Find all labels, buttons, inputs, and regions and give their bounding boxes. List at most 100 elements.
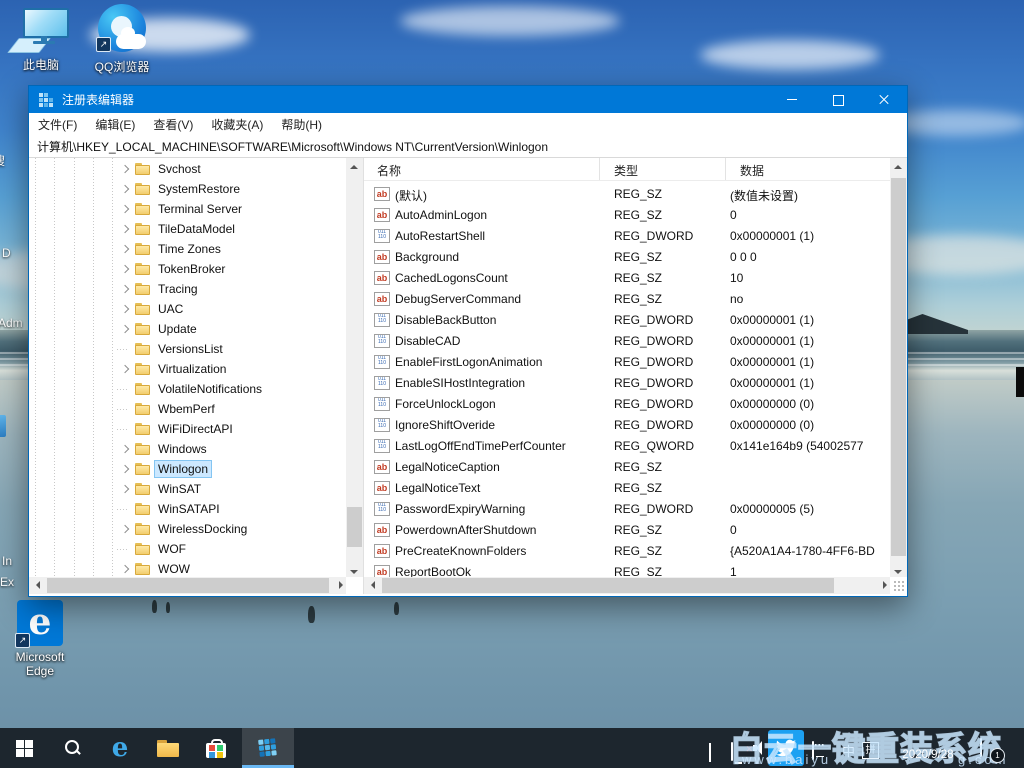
value-row-EnableFirstLogonAnimation[interactable]: EnableFirstLogonAnimationREG_DWORD0x0000… [364,352,892,373]
tree-node-TileDataModel[interactable]: TileDataModel [29,219,346,239]
maximize-button[interactable] [815,86,861,113]
taskbar-search-button[interactable] [48,728,96,768]
desktop-icon-qq-browser[interactable]: ↗ QQ浏览器 [84,4,160,74]
tree-node-WirelessDocking[interactable]: WirelessDocking [29,519,346,539]
expand-chevron-icon[interactable] [121,285,129,293]
minimize-button[interactable] [769,86,815,113]
value-row-IgnoreShiftOveride[interactable]: IgnoreShiftOverideREG_DWORD0x00000000 (0… [364,415,892,436]
value-row-AutoAdminLogon[interactable]: AutoAdminLogonREG_SZ0 [364,205,892,226]
column-header-type[interactable]: 类型 [614,162,638,179]
desktop-icon-microsoft-edge[interactable]: e ↗ Microsoft Edge [2,600,78,678]
resize-grip[interactable] [893,580,905,592]
value-row-EnableSIHostIntegration[interactable]: EnableSIHostIntegrationREG_DWORD0x000000… [364,373,892,394]
value-row-LegalNoticeText[interactable]: LegalNoticeTextREG_SZ [364,478,892,499]
tree-node-WinSAT[interactable]: WinSAT [29,479,346,499]
value-row-PowerdownAfterShutdown[interactable]: PowerdownAfterShutdownREG_SZ0 [364,520,892,541]
value-row-PasswordExpiryWarning[interactable]: PasswordExpiryWarningREG_DWORD0x00000005… [364,499,892,520]
offscreen-window-fragment [1016,367,1024,397]
scrollbar-thumb[interactable] [891,178,906,556]
value-name: PreCreateKnownFolders [395,544,526,558]
value-row-PreCreateKnownFolders[interactable]: PreCreateKnownFoldersREG_SZ{A520A1A4-178… [364,541,892,562]
value-row-Background[interactable]: BackgroundREG_SZ0 0 0 [364,247,892,268]
menu-item-0[interactable]: 文件(F) [29,113,86,136]
tree-node-WOW[interactable]: WOW [29,559,346,579]
tree-node-Update[interactable]: Update [29,319,346,339]
value-row-默认[interactable]: (默认)REG_SZ(数值未设置) [364,184,892,205]
tree-node-SystemRestore[interactable]: SystemRestore [29,179,346,199]
start-button[interactable] [0,728,48,768]
partial-icon [0,415,6,437]
expand-chevron-icon[interactable] [121,245,129,253]
value-data: (数值未设置) [730,187,892,204]
expand-chevron-icon[interactable] [121,305,129,313]
tree-node-VersionsList[interactable]: VersionsList [29,339,346,359]
scrollbar-thumb[interactable] [382,578,834,593]
dword-value-icon [374,229,390,243]
tree-node-UAC[interactable]: UAC [29,299,346,319]
title-bar[interactable]: 注册表编辑器 [29,86,907,113]
expand-chevron-icon[interactable] [121,565,129,573]
menu-item-1[interactable]: 编辑(E) [86,113,144,136]
value-row-DisableCAD[interactable]: DisableCADREG_DWORD0x00000001 (1) [364,331,892,352]
tree-node-WinSATAPI[interactable]: WinSATAPI [29,499,346,519]
value-row-CachedLogonsCount[interactable]: CachedLogonsCountREG_SZ10 [364,268,892,289]
value-data: 0x00000001 (1) [730,376,892,390]
string-value-icon [374,481,390,495]
person-silhouette [152,600,157,613]
tree-node-WiFiDirectAPI[interactable]: WiFiDirectAPI [29,419,346,439]
close-button[interactable] [861,86,907,113]
expand-chevron-icon[interactable] [121,165,129,173]
value-row-AutoRestartShell[interactable]: AutoRestartShellREG_DWORD0x00000001 (1) [364,226,892,247]
tree-node-Winlogon[interactable]: Winlogon [29,459,346,479]
desktop-icon-this-pc[interactable]: 此电脑 [3,6,79,72]
value-row-ForceUnlockLogon[interactable]: ForceUnlockLogonREG_DWORD0x00000000 (0) [364,394,892,415]
tree-node-VolatileNotifications[interactable]: VolatileNotifications [29,379,346,399]
list-horizontal-scrollbar[interactable] [364,577,890,594]
address-bar[interactable]: 计算机\HKEY_LOCAL_MACHINE\SOFTWARE\Microsof… [29,135,907,158]
column-header-data[interactable]: 数据 [740,162,764,179]
taskbar-registry-editor-button[interactable] [242,728,294,768]
column-header-name[interactable]: 名称 [377,162,401,179]
expand-chevron-icon[interactable] [121,205,129,213]
taskbar-edge-button[interactable]: e [96,728,144,768]
tree-node-Virtualization[interactable]: Virtualization [29,359,346,379]
tree-node-Terminal Server[interactable]: Terminal Server [29,199,346,219]
menu-item-2[interactable]: 查看(V) [144,113,202,136]
tree-node-Tracing[interactable]: Tracing [29,279,346,299]
value-row-DebugServerCommand[interactable]: DebugServerCommandREG_SZno [364,289,892,310]
expand-chevron-icon[interactable] [121,325,129,333]
tray-chevron-up-icon[interactable] [709,745,711,763]
tree-node-WOF[interactable]: WOF [29,539,346,559]
list-vertical-scrollbar[interactable] [890,158,907,577]
menu-item-3[interactable]: 收藏夹(A) [202,113,272,136]
tree-node-Time Zones[interactable]: Time Zones [29,239,346,259]
value-row-LegalNoticeCaption[interactable]: LegalNoticeCaptionREG_SZ [364,457,892,478]
taskbar-file-explorer-button[interactable] [144,728,192,768]
expand-chevron-icon[interactable] [121,225,129,233]
expand-chevron-icon[interactable] [121,465,129,473]
taskbar-clock-date[interactable]: 2020/9/28 [898,749,958,761]
tree-vertical-scrollbar[interactable] [346,158,363,577]
microsoft-store-icon [206,739,226,758]
registry-path: 计算机\HKEY_LOCAL_MACHINE\SOFTWARE\Microsof… [37,138,548,155]
value-data: no [730,292,892,306]
value-row-DisableBackButton[interactable]: DisableBackButtonREG_DWORD0x00000001 (1) [364,310,892,331]
menu-item-4[interactable]: 帮助(H) [272,113,331,136]
expand-chevron-icon[interactable] [121,365,129,373]
tree-horizontal-scrollbar[interactable] [29,577,346,594]
expand-chevron-icon[interactable] [121,445,129,453]
expand-chevron-icon[interactable] [121,185,129,193]
value-type: REG_SZ [614,544,662,558]
scrollbar-thumb[interactable] [47,578,329,593]
dword-value-icon [374,334,390,348]
expand-chevron-icon[interactable] [121,265,129,273]
taskbar-store-button[interactable] [192,728,240,768]
tree-node-Svchost[interactable]: Svchost [29,159,346,179]
expand-chevron-icon[interactable] [121,485,129,493]
tree-node-WbemPerf[interactable]: WbemPerf [29,399,346,419]
scrollbar-thumb[interactable] [347,507,362,547]
tree-node-TokenBroker[interactable]: TokenBroker [29,259,346,279]
tree-node-Windows[interactable]: Windows [29,439,346,459]
expand-chevron-icon[interactable] [121,525,129,533]
value-row-LastLogOffEndTimePerfCounter[interactable]: LastLogOffEndTimePerfCounterREG_QWORD0x1… [364,436,892,457]
